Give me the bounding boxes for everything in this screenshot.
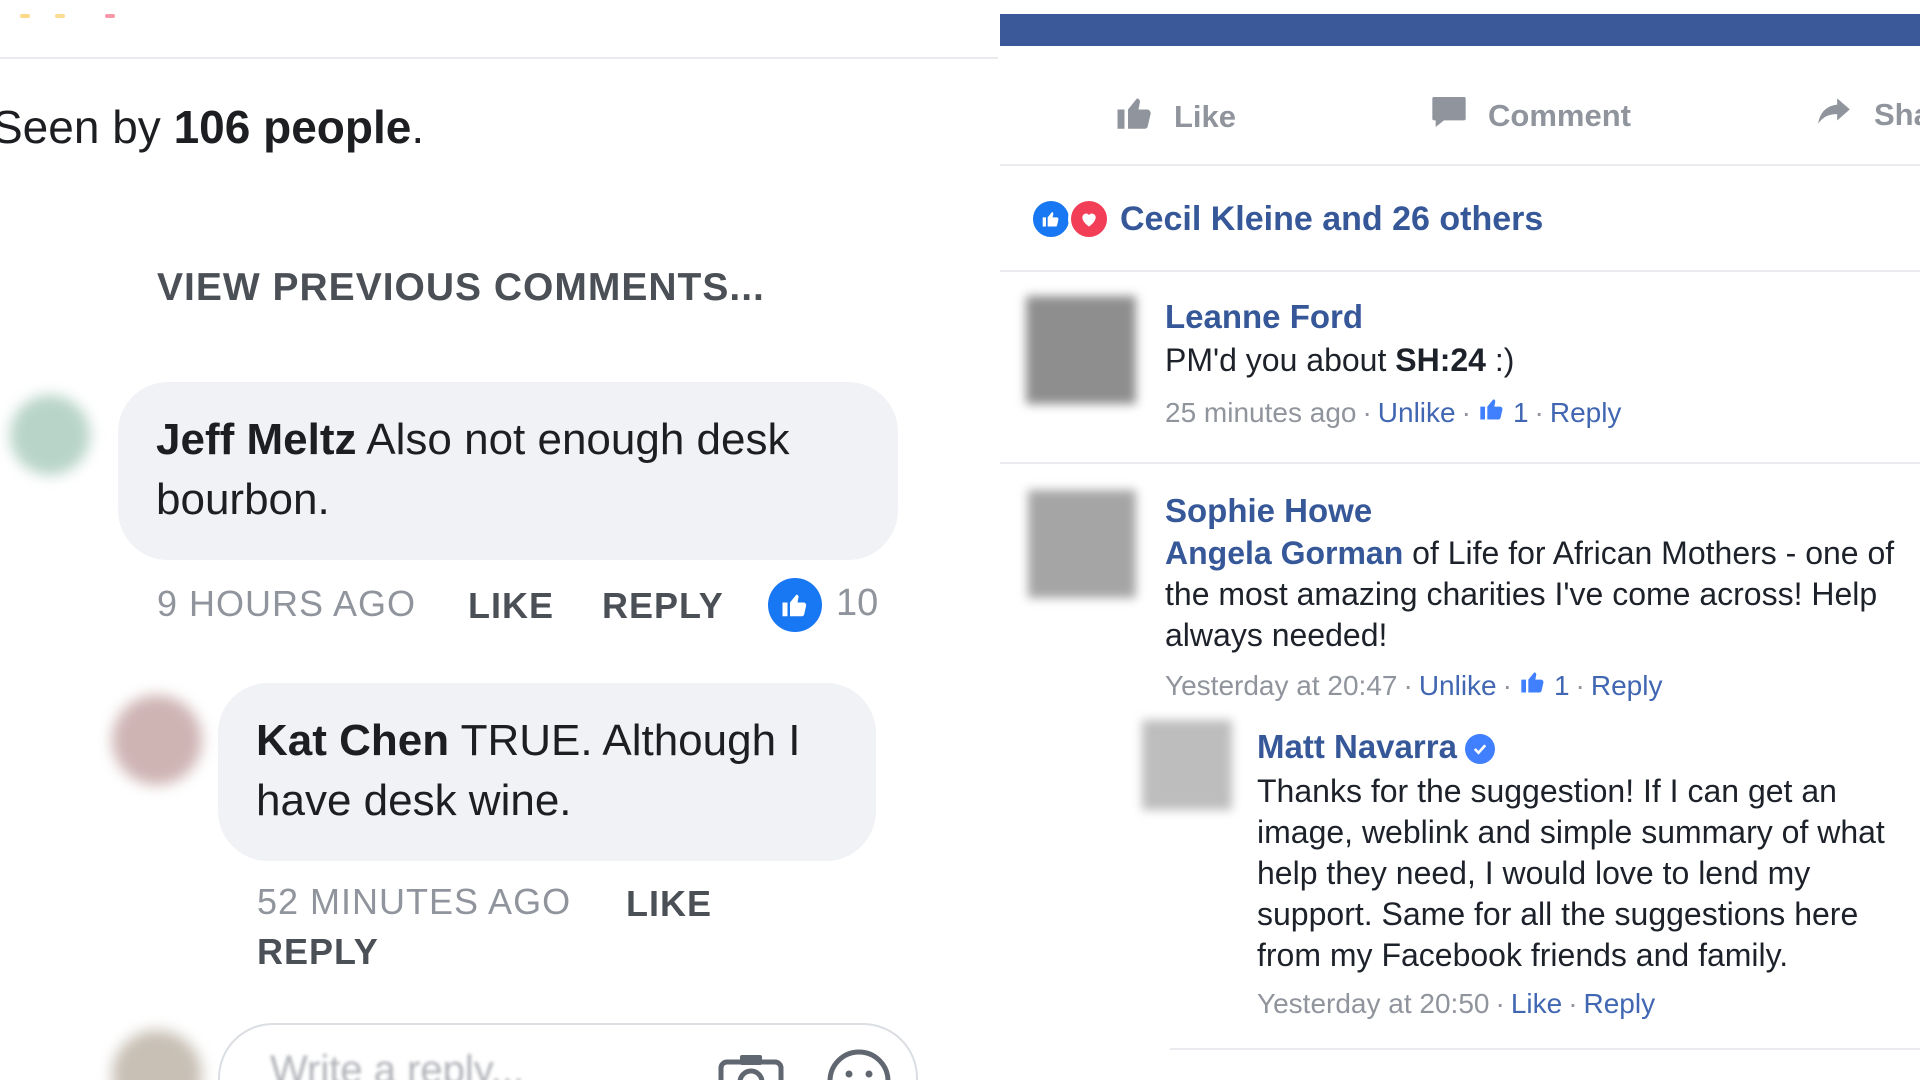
seen-count: 106 people xyxy=(173,101,412,153)
comment-text: PM'd you about SH:24 :) xyxy=(1165,342,1515,378)
like-thumb-icon xyxy=(1477,395,1507,430)
comment-meta: 25 minutes ago · Unlike · 1 · Reply xyxy=(1165,395,1621,430)
comment-timestamp[interactable]: Yesterday at 20:47 xyxy=(1165,670,1397,702)
share-arrow-icon xyxy=(1812,92,1856,138)
avatar[interactable] xyxy=(1026,296,1136,404)
comment-author[interactable]: Matt Navarra xyxy=(1257,728,1495,766)
comment-text: TRUE. Although I xyxy=(460,716,801,765)
avatar[interactable] xyxy=(112,695,202,785)
reply-placeholder: Write a reply... xyxy=(270,1048,525,1080)
divider xyxy=(1000,462,1920,464)
reply-link[interactable]: Reply xyxy=(1550,397,1622,429)
like-action-button[interactable]: Like xyxy=(1114,92,1236,142)
divider xyxy=(1000,164,1920,166)
comment-timestamp: 9 HOURS AGO xyxy=(157,583,417,624)
seen-by-text: Seen by 106 people. xyxy=(0,101,425,153)
like-action-label: Like xyxy=(1174,99,1237,134)
comment-action-button[interactable]: Comment xyxy=(1428,92,1631,140)
unlike-link[interactable]: Unlike xyxy=(1378,397,1456,429)
comment-bubble: Kat Chen TRUE. Although I have desk wine… xyxy=(218,683,876,861)
like-link[interactable]: LIKE xyxy=(626,883,712,925)
like-reaction-icon xyxy=(1030,198,1072,240)
comment-text: have desk wine. xyxy=(256,776,572,825)
comment-action-label: Comment xyxy=(1488,98,1631,133)
reply-link[interactable]: REPLY xyxy=(257,931,379,973)
top-divider xyxy=(0,57,998,59)
camera-icon[interactable] xyxy=(718,1052,784,1080)
comment-meta: Yesterday at 20:47 · Unlike · 1 · Reply xyxy=(1165,668,1662,703)
post-header-bar xyxy=(1000,14,1920,46)
verified-badge-icon xyxy=(1464,734,1495,765)
avatar[interactable] xyxy=(1028,490,1136,598)
comment-timestamp: 52 MINUTES AGO xyxy=(257,881,572,922)
comment-text: Angela Gorman of Life for African Mother… xyxy=(1165,535,1895,653)
like-reaction-icon[interactable] xyxy=(768,578,822,632)
share-action-button[interactable]: Share xyxy=(1812,92,1920,138)
desktop-post-panel: Like Comment Share Cecil Kleine and 26 o… xyxy=(1000,0,1920,1080)
comment-text: Thanks for the suggestion! If I can get … xyxy=(1257,773,1885,973)
comment-bubble: Jeff Meltz Also not enough desk bourbon. xyxy=(118,382,898,560)
emoji-icon[interactable] xyxy=(826,1048,892,1080)
comment-timestamp[interactable]: Yesterday at 20:50 xyxy=(1257,988,1489,1020)
comment-author[interactable]: Kat Chen xyxy=(256,716,449,765)
like-count[interactable]: 1 xyxy=(1513,397,1529,429)
reaction-count[interactable]: 10 xyxy=(836,582,878,625)
reply-link[interactable]: Reply xyxy=(1584,988,1656,1020)
avatar xyxy=(112,1030,202,1080)
status-dot xyxy=(105,14,115,18)
comment-text: bourbon. xyxy=(156,475,330,524)
divider xyxy=(1170,1048,1920,1050)
share-action-label: Share xyxy=(1874,97,1920,132)
comment-meta: Yesterday at 20:50 · Like · Reply xyxy=(1257,988,1656,1020)
reply-link[interactable]: REPLY xyxy=(602,585,724,627)
mobile-comments-panel: Seen by 106 people. VIEW PREVIOUS COMMEN… xyxy=(0,0,998,1080)
mentioned-user[interactable]: Angela Gorman xyxy=(1165,535,1403,571)
comment-text: Also not enough desk xyxy=(366,415,790,464)
comment-timestamp[interactable]: 25 minutes ago xyxy=(1165,397,1356,429)
avatar[interactable] xyxy=(10,395,90,475)
avatar[interactable] xyxy=(1142,720,1232,810)
like-link[interactable]: Like xyxy=(1511,988,1562,1020)
divider xyxy=(1000,270,1920,272)
unlike-link[interactable]: Unlike xyxy=(1419,670,1497,702)
like-count[interactable]: 1 xyxy=(1554,670,1570,702)
love-reaction-icon xyxy=(1068,198,1110,240)
comment-author[interactable]: Leanne Ford xyxy=(1165,298,1363,336)
like-thumb-icon xyxy=(1114,92,1156,142)
reply-link[interactable]: Reply xyxy=(1591,670,1663,702)
status-dot xyxy=(55,14,65,18)
reactions-summary[interactable]: Cecil Kleine and 26 others xyxy=(1030,198,1543,240)
comment-icon xyxy=(1428,92,1470,140)
like-thumb-icon xyxy=(1518,668,1548,703)
reactions-summary-text: Cecil Kleine and 26 others xyxy=(1120,199,1544,238)
like-link[interactable]: LIKE xyxy=(468,585,554,627)
status-dot xyxy=(20,14,30,18)
comment-author[interactable]: Sophie Howe xyxy=(1165,492,1372,530)
comment-author[interactable]: Jeff Meltz xyxy=(156,415,356,464)
view-previous-comments-link[interactable]: VIEW PREVIOUS COMMENTS... xyxy=(157,266,765,310)
